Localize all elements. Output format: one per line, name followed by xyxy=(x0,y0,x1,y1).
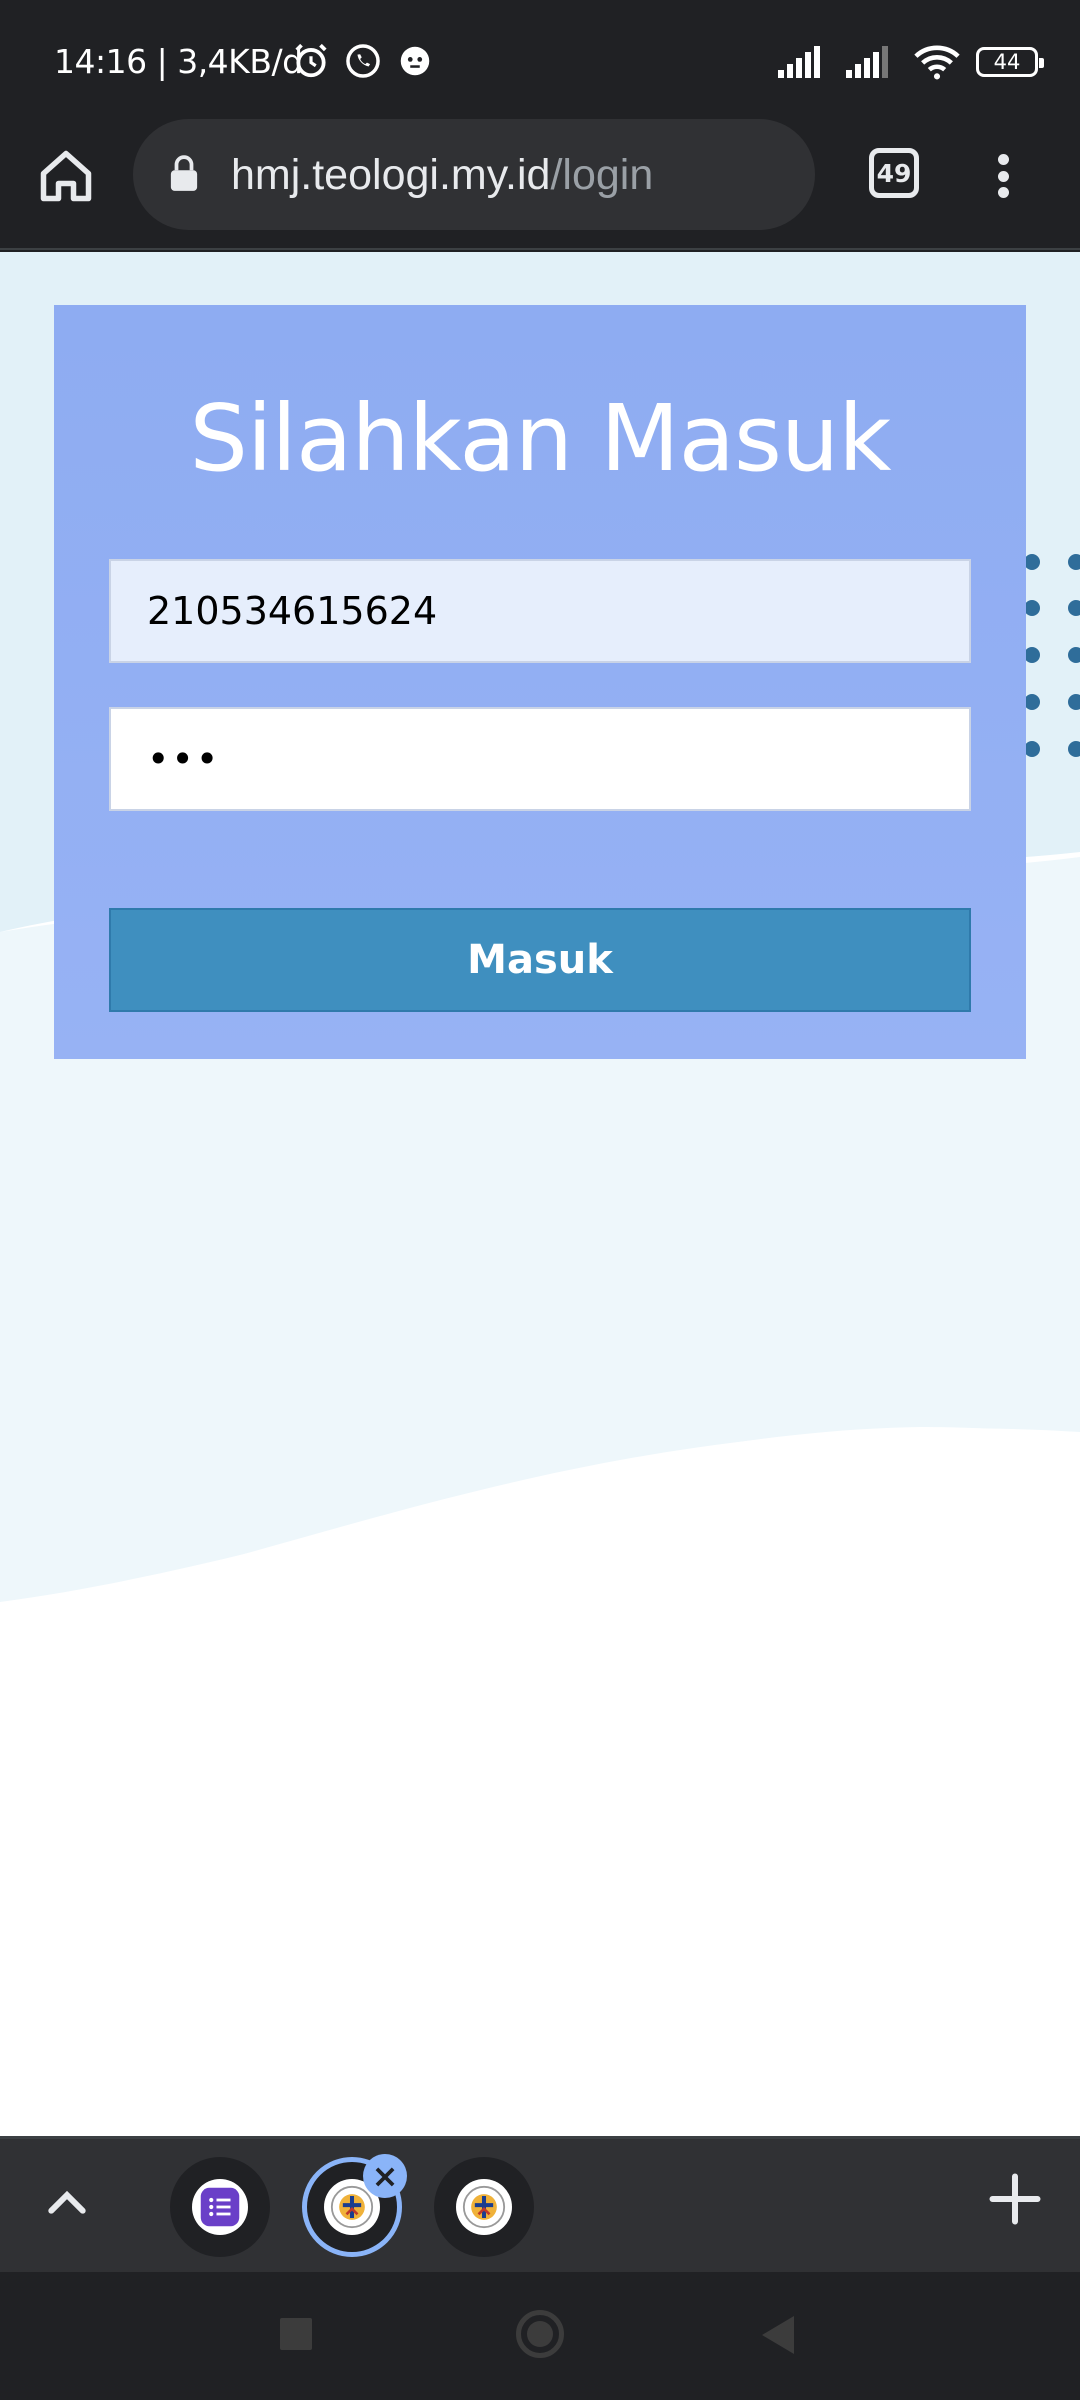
status-time: 14:16 | 3,4KB/d xyxy=(54,42,303,81)
web-page: Silahkan Masuk 210534615624 ••• Masuk xyxy=(0,252,1080,2136)
more-menu-icon[interactable] xyxy=(985,146,1021,206)
page-title: Silahkan Masuk xyxy=(189,385,891,492)
url-path: /login xyxy=(550,151,654,199)
tab-switcher-button[interactable]: 49 xyxy=(869,148,919,198)
whatsapp-icon xyxy=(346,44,380,78)
app-notification-icon xyxy=(400,46,430,76)
lock-icon xyxy=(170,155,198,191)
username-field[interactable]: 210534615624 xyxy=(109,559,971,663)
signal-icon xyxy=(846,46,888,78)
close-tab-icon[interactable]: × xyxy=(363,2154,407,2198)
back-button[interactable] xyxy=(762,2316,794,2354)
login-button[interactable]: Masuk xyxy=(109,908,971,1012)
signal-icon xyxy=(778,46,820,78)
tab-hmj-active[interactable]: × xyxy=(302,2154,407,2257)
login-button-label: Masuk xyxy=(467,937,613,983)
login-card: Silahkan Masuk 210534615624 ••• Masuk xyxy=(54,305,1026,1059)
alarm-icon xyxy=(295,43,327,78)
tab-strip: × xyxy=(0,2136,1080,2272)
chevron-up-icon[interactable] xyxy=(40,2177,94,2231)
seal-logo-icon xyxy=(462,2185,506,2229)
list-icon xyxy=(200,2187,240,2227)
password-value: ••• xyxy=(147,737,221,781)
notification-icons xyxy=(292,42,434,80)
tasks-app-favicon xyxy=(192,2179,248,2235)
url-domain: hmj.teologi.my.id xyxy=(231,151,551,199)
home-icon[interactable] xyxy=(36,146,96,206)
navigation-bar xyxy=(0,2272,1080,2400)
battery-icon: 44 xyxy=(976,47,1044,77)
battery-level: 44 xyxy=(993,50,1021,74)
status-bar: 14:16 | 3,4KB/d 44 xyxy=(0,0,1080,108)
address-bar[interactable]: hmj.teologi.my.id/login xyxy=(133,119,815,230)
username-value: 210534615624 xyxy=(147,589,438,633)
seal-logo-icon xyxy=(330,2185,374,2229)
tab-count: 49 xyxy=(876,158,912,188)
new-tab-icon[interactable] xyxy=(985,2169,1045,2229)
wifi-icon xyxy=(914,45,960,80)
recent-apps-button[interactable] xyxy=(280,2318,312,2350)
tab-tasks-app[interactable] xyxy=(170,2157,270,2257)
browser-toolbar: hmj.teologi.my.id/login 49 xyxy=(0,108,1080,250)
url-text[interactable]: hmj.teologi.my.id/login xyxy=(231,151,653,200)
home-button[interactable] xyxy=(516,2310,564,2358)
hmj-logo-favicon xyxy=(456,2179,512,2235)
system-icons: 44 xyxy=(778,44,1044,80)
decorative-dots xyxy=(1024,554,1080,757)
password-field[interactable]: ••• xyxy=(109,707,971,811)
tab-hmj[interactable] xyxy=(434,2157,534,2257)
